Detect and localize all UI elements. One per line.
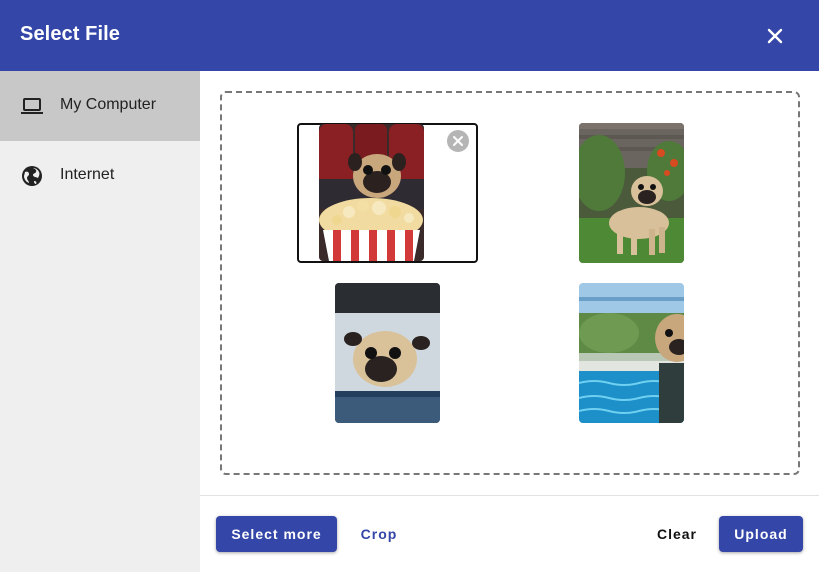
select-more-button[interactable]: Select more xyxy=(216,516,337,552)
remove-image-icon[interactable] xyxy=(447,130,469,152)
image-thumbnail-pug-popcorn[interactable] xyxy=(319,124,424,261)
file-drop-area xyxy=(200,71,819,495)
image-thumbnail-pug-pool[interactable] xyxy=(579,283,684,423)
image-thumbnail-pug-car[interactable] xyxy=(335,283,440,423)
sidebar-item-label: My Computer xyxy=(60,96,157,113)
dialog-title: Select File xyxy=(20,23,121,45)
sidebar-item-my-computer[interactable]: My Computer xyxy=(0,71,200,141)
dialog-header: Select File xyxy=(0,0,819,71)
clear-button[interactable]: Clear xyxy=(645,516,709,552)
select-file-dialog: Select File My Computer Internet Select … xyxy=(0,0,819,572)
close-icon[interactable] xyxy=(759,20,791,52)
crop-button[interactable]: Crop xyxy=(350,516,408,552)
footer-divider xyxy=(200,495,819,496)
laptop-icon xyxy=(20,94,44,118)
image-thumbnail-pug-grass[interactable] xyxy=(579,123,684,263)
sidebar-item-label: Internet xyxy=(60,166,115,183)
source-sidebar: My Computer Internet xyxy=(0,71,200,572)
upload-button[interactable]: Upload xyxy=(719,516,803,552)
globe-icon xyxy=(20,164,44,188)
sidebar-item-internet[interactable]: Internet xyxy=(0,141,200,211)
